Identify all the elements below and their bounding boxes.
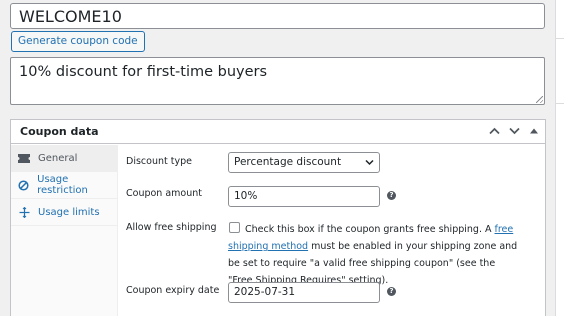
discount-type-select[interactable]: Percentage discount [228,152,380,173]
discount-type-label: Discount type [126,156,192,167]
coupon-amount-label: Coupon amount [126,188,203,199]
expiry-date-label: Coupon expiry date [126,285,220,296]
discount-type-value: Percentage discount [234,156,342,168]
chevron-up-icon[interactable] [487,123,501,139]
generate-coupon-code-button[interactable]: Generate coupon code [11,31,145,52]
resize-grip[interactable] [536,96,543,103]
coupon-code-input[interactable] [10,3,545,29]
tab-label: Usage limits [38,206,100,218]
block-icon [17,178,30,192]
tab-label: General [38,152,78,164]
expiry-date-value: 2025-07-31 [234,286,296,298]
coupon-tabs: General Usage restriction Usage limits [11,145,118,316]
coupon-description-textarea[interactable]: 10% discount for first-time buyers [10,57,545,105]
caret-up-icon[interactable] [527,123,541,139]
description-text: 10% discount for first-time buyers [19,64,268,80]
chevron-down-icon[interactable] [507,123,521,139]
tab-usage-limits[interactable]: Usage limits [11,199,117,226]
coupon-amount-input[interactable]: 10% [228,186,380,207]
coupon-data-panel: Coupon data General Usage restriction Us… [10,119,546,316]
help-tip-icon[interactable]: ? [387,191,396,200]
ticket-icon [17,151,31,165]
free-shipping-label: Allow free shipping [126,222,217,233]
free-shipping-description: Check this box if the coupon grants free… [228,224,518,286]
panel-title: Coupon data [20,125,99,138]
panel-header: Coupon data [11,120,545,144]
plus-arrows-icon [17,205,31,219]
expiry-date-input[interactable]: 2025-07-31 [228,282,380,303]
chevron-down-icon [365,157,374,169]
tab-label: Usage restriction [37,174,88,196]
right-sidebar-edge [555,0,564,316]
tab-usage-restriction[interactable]: Usage restriction [11,172,117,199]
coupon-amount-value: 10% [234,190,258,202]
tab-general[interactable]: General [11,145,117,172]
help-tip-icon[interactable]: ? [387,287,396,296]
